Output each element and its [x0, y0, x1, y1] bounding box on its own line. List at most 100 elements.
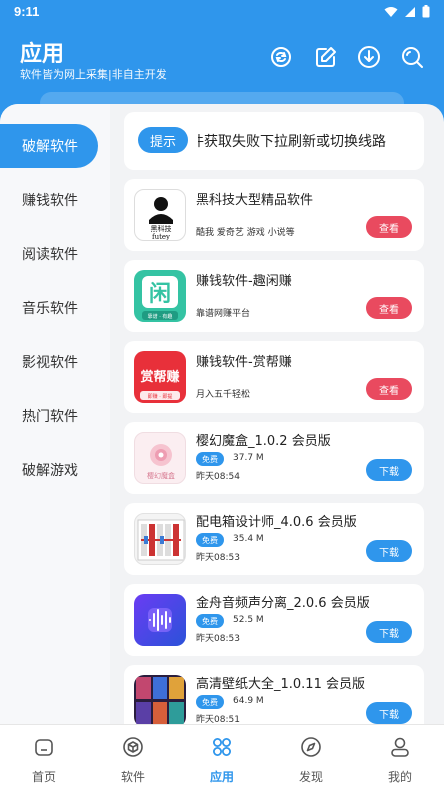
view-button[interactable]: 查看 [366, 378, 412, 400]
update-date: 昨天08:53 [196, 553, 240, 563]
list-item[interactable]: 配电箱设计师_4.0.6 会员版 免费 35.4 M 昨天08:53 下载 [124, 503, 424, 575]
download-button[interactable]: 下载 [366, 702, 412, 724]
cherry-blossom-icon: 樱幻魔盒 [147, 444, 175, 480]
main-panel: 破解软件 赚钱软件 阅读软件 音乐软件 影视软件 热门软件 破解游戏 提示 软件… [0, 104, 444, 724]
app-subtitle: 酷我 爱奇艺 游戏 小说等 [196, 228, 295, 238]
refresh-icon [271, 47, 291, 67]
sidebar-item-cracked-games[interactable]: 破解游戏 [0, 448, 98, 492]
app-icon [134, 675, 186, 724]
list-item[interactable]: 赏帮赚 即赚 · 即提 赚钱软件-赏帮赚 月入五千轻松 查看 [124, 341, 424, 413]
search-button[interactable] [399, 44, 425, 70]
edit-button[interactable] [313, 44, 339, 70]
sidebar-item-reading-software[interactable]: 阅读软件 [0, 232, 98, 276]
search-icon [402, 47, 423, 68]
notice-bar: 提示 软件获取失败下拉刷新或切换线路 [124, 112, 424, 170]
app-icon-text: futey [152, 233, 170, 241]
file-size: 64.9 M [233, 696, 264, 706]
status-icons [384, 5, 430, 18]
sidebar-item-label: 破解游戏 [22, 463, 78, 479]
app-title: 赚钱软件-赏帮赚 [196, 355, 292, 370]
app-subtitle: 月入五千轻松 [196, 390, 251, 400]
nav-label: 发现 [298, 770, 323, 784]
status-time: 9:11 [14, 4, 40, 19]
app-subtitle: 靠谱网赚平台 [196, 309, 251, 319]
nav-item-discover[interactable]: 发现 [267, 725, 355, 791]
page-subtitle: 软件皆为网上采集|非自主开发 [20, 68, 167, 81]
app-icon-text: 靠谱 · 有趣 [148, 313, 173, 320]
app-icon-text: 闲 [149, 282, 171, 307]
notice-marquee: 软件获取失败下拉刷新或切换线路 [198, 131, 418, 151]
file-size: 37.7 M [233, 453, 264, 463]
sidebar-item-video-software[interactable]: 影视软件 [0, 340, 98, 384]
edit-icon [316, 47, 336, 67]
nav-label: 软件 [120, 770, 145, 784]
user-icon [391, 737, 409, 757]
sidebar-item-money-software[interactable]: 赚钱软件 [0, 178, 98, 222]
view-button[interactable]: 查看 [366, 216, 412, 238]
download-icon [358, 46, 380, 68]
app-icon-text: 赏帮赚 [140, 369, 179, 385]
list-item[interactable]: 高清壁纸大全_1.0.11 会员版 免费 64.9 M 昨天08:51 下载 [124, 665, 424, 724]
app-list: 提示 软件获取失败下拉刷新或切换线路 黑科技 futey 黑科技大型精品软件 酷… [124, 104, 424, 724]
sidebar-item-label: 阅读软件 [22, 247, 78, 263]
bottom-navigation: 首页 软件 应用 发现 我的 [0, 724, 444, 791]
qxz-logo-icon: 闲 靠谱 · 有趣 [142, 276, 178, 320]
free-badge: 免费 [196, 452, 224, 466]
app-title: 金舟音频声分离_2.0.6 会员版 [196, 596, 370, 611]
free-badge: 免费 [196, 614, 224, 628]
app-icon [134, 594, 186, 646]
nav-item-home[interactable]: 首页 [0, 725, 88, 791]
app-title: 黑科技大型精品软件 [196, 193, 314, 208]
app-title: 樱幻魔盒_1.0.2 会员版 [196, 434, 331, 449]
download-button[interactable] [356, 44, 382, 70]
app-icon-text: 即赚 · 即提 [148, 393, 173, 400]
app-title: 高清壁纸大全_1.0.11 会员版 [196, 677, 365, 692]
notice-text: 软件获取失败下拉刷新或切换线路 [198, 134, 386, 150]
page-title: 应用 [20, 42, 65, 67]
update-date: 昨天08:54 [196, 472, 240, 482]
free-badge: 免费 [196, 533, 224, 547]
sidebar-item-label: 影视软件 [22, 355, 78, 371]
app-title: 配电箱设计师_4.0.6 会员版 [196, 515, 357, 530]
download-button[interactable]: 下载 [366, 459, 412, 481]
nav-item-profile[interactable]: 我的 [356, 725, 444, 791]
sbz-logo-icon: 赏帮赚 即赚 · 即提 [140, 369, 180, 400]
list-item[interactable]: 黑科技 futey 黑科技大型精品软件 酷我 爱奇艺 游戏 小说等 查看 [124, 179, 424, 251]
download-button[interactable]: 下载 [366, 621, 412, 643]
list-item[interactable]: 金舟音频声分离_2.0.6 会员版 免费 52.5 M 昨天08:53 下载 [124, 584, 424, 656]
view-button[interactable]: 查看 [366, 297, 412, 319]
refresh-button[interactable] [268, 44, 294, 70]
file-size: 35.4 M [233, 534, 264, 544]
status-bar: 9:11 [0, 0, 444, 26]
home-icon [35, 739, 53, 756]
sidebar-item-label: 热门软件 [22, 409, 78, 425]
app-title: 赚钱软件-趣闲赚 [196, 274, 292, 289]
nav-label: 应用 [209, 770, 234, 784]
notice-tag: 提示 [138, 127, 188, 153]
nav-label: 我的 [387, 770, 412, 784]
app-icon: 樱幻魔盒 [134, 432, 186, 484]
wifi-icon [384, 6, 398, 17]
battery-icon [422, 5, 430, 18]
nav-item-software[interactable]: 软件 [89, 725, 177, 791]
electrical-panel-icon [137, 519, 185, 561]
list-item[interactable]: 樱幻魔盒 樱幻魔盒_1.0.2 会员版 免费 37.7 M 昨天08:54 下载 [124, 422, 424, 494]
nav-item-apps[interactable]: 应用 [178, 725, 266, 791]
free-badge: 免费 [196, 695, 224, 709]
sidebar-item-label: 赚钱软件 [22, 193, 78, 209]
app-icon: 赏帮赚 即赚 · 即提 [134, 351, 186, 403]
apps-icon [213, 738, 231, 756]
sidebar-item-cracked-software[interactable]: 破解软件 [0, 124, 98, 168]
list-item[interactable]: 闲 靠谱 · 有趣 赚钱软件-趣闲赚 靠谱网赚平台 查看 [124, 260, 424, 332]
category-sidebar: 破解软件 赚钱软件 阅读软件 音乐软件 影视软件 热门软件 破解游戏 [0, 104, 110, 724]
sidebar-item-hot-software[interactable]: 热门软件 [0, 394, 98, 438]
app-icon: 黑科技 futey [134, 189, 186, 241]
sidebar-item-label: 破解软件 [22, 139, 78, 155]
app-icon [134, 513, 186, 565]
sidebar-item-music-software[interactable]: 音乐软件 [0, 286, 98, 330]
update-date: 昨天08:53 [196, 634, 240, 644]
compass-icon [301, 737, 321, 757]
signal-icon [405, 6, 415, 17]
download-button[interactable]: 下载 [366, 540, 412, 562]
hacker-mask-icon: 黑科技 futey [149, 197, 173, 241]
